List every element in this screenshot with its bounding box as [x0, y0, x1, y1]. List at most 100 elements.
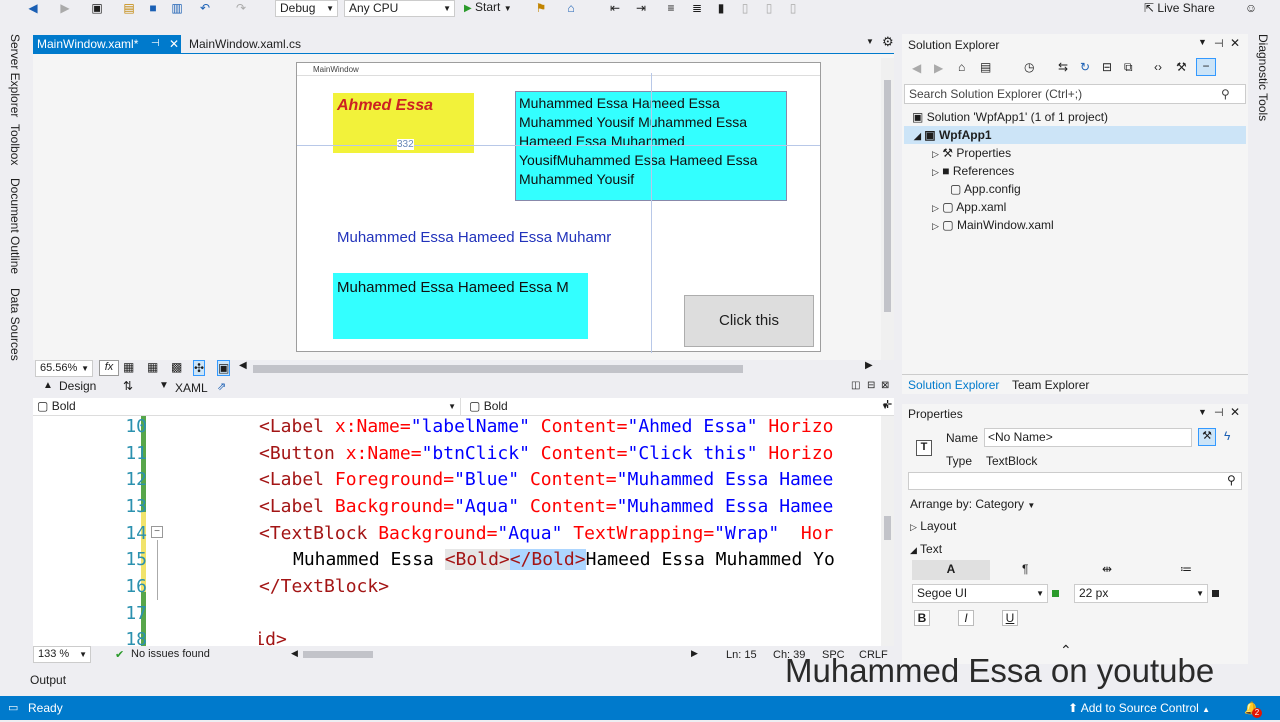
save-all-icon[interactable]: ▥ — [168, 0, 186, 16]
browser-link-icon[interactable]: ⚑ — [532, 0, 550, 16]
tab-xaml[interactable]: XAML — [175, 381, 208, 395]
show-all-files-icon[interactable]: ⧉ — [1124, 60, 1133, 75]
refresh-icon[interactable]: ↻ — [1080, 60, 1090, 74]
home-icon[interactable]: ⌂ — [958, 60, 965, 74]
tab-solution-explorer[interactable]: Solution Explorer — [908, 378, 999, 392]
designer-vscroll[interactable] — [881, 58, 894, 360]
tree-project[interactable]: ◢ ▣ WpfApp1 — [904, 126, 1246, 144]
designer-zoom-select[interactable]: 65.56% ▼ — [35, 360, 93, 377]
data-sources-tab[interactable]: Data Sources — [8, 288, 22, 361]
comment-icon[interactable]: ≡ — [662, 0, 680, 16]
save-icon[interactable]: ■ — [144, 0, 162, 16]
properties-wrench-icon[interactable]: ⚒ — [1198, 428, 1216, 446]
pin-icon[interactable]: ⊣ — [1214, 37, 1224, 50]
undo-icon[interactable]: ↶ — [196, 0, 214, 16]
property-marker-icon[interactable] — [1212, 590, 1219, 597]
collapse-icon[interactable]: − — [151, 526, 163, 538]
nav-left-select[interactable]: ▢ Bold ▼ — [33, 398, 461, 415]
tab-team-explorer[interactable]: Team Explorer — [1012, 378, 1089, 392]
grid-icon[interactable]: ▦ — [123, 360, 134, 374]
code-vscroll[interactable] — [881, 416, 894, 646]
back-icon[interactable]: ◀ — [24, 0, 42, 16]
chevron-down-icon[interactable]: ▼ — [1198, 407, 1207, 417]
tree-solution[interactable]: ▣ Solution 'WpfApp1' (1 of 1 project) — [904, 108, 1246, 126]
list-tab-icon[interactable]: ≔ — [1180, 562, 1192, 576]
step-icon[interactable]: ⇤ — [606, 0, 624, 16]
split-editor-icon[interactable]: ✛ — [883, 398, 892, 411]
swap-panes-icon[interactable]: ⇅ — [123, 379, 133, 393]
close-icon[interactable]: ✕ — [1230, 36, 1240, 50]
pin-icon[interactable]: ⊣ — [1214, 406, 1224, 419]
bold-toggle[interactable]: B — [914, 610, 930, 626]
hscroll-right-icon[interactable]: ▶ — [865, 360, 873, 371]
new-project-icon[interactable]: ▣ — [88, 0, 106, 16]
editor-zoom-select[interactable]: 133 % ▼ — [33, 646, 91, 663]
tab-dropdown-icon[interactable]: ▼ — [866, 37, 874, 46]
spacing-tab-icon[interactable]: ⇹ — [1102, 562, 1112, 576]
next-bookmark-icon[interactable]: ▯ — [760, 0, 778, 16]
issues-status[interactable]: No issues found — [131, 648, 210, 660]
uncomment-icon[interactable]: ≣ — [688, 0, 706, 16]
collapse-all-icon[interactable]: ⊟ — [1102, 60, 1112, 74]
hscroll-right-icon[interactable]: ▶ — [691, 648, 698, 659]
sync-icon[interactable]: ⇆ — [1058, 60, 1068, 74]
label-aqua[interactable]: Muhammed Essa Hameed Essa M — [333, 273, 588, 339]
collapse-pane-icon[interactable]: ⊠ — [881, 380, 889, 391]
clear-bookmarks-icon[interactable]: ▯ — [784, 0, 802, 16]
nav-right-select[interactable]: ▢ Bold ▼ — [465, 398, 893, 415]
pending-changes-icon[interactable]: ◷ — [1024, 60, 1034, 74]
forward-icon[interactable]: ▶ — [56, 0, 74, 16]
tab-mainwindow-xaml[interactable]: MainWindow.xaml* ⊣ ✕ — [33, 35, 181, 54]
solution-search-input[interactable]: Search Solution Explorer (Ctrl+;) ⚲ — [904, 84, 1246, 104]
snap-lines-icon[interactable]: ✣ — [193, 360, 206, 376]
preview-selected-icon[interactable]: − — [1196, 58, 1216, 76]
click-this-button[interactable]: Click this — [684, 295, 814, 347]
bold-open-tag[interactable]: <Bold> — [444, 549, 510, 570]
toolbox-tab[interactable]: Toolbox — [8, 124, 22, 165]
arrange-by-dropdown[interactable]: Arrange by: Category ▼ — [910, 497, 1035, 511]
category-text[interactable]: ◢ Text — [910, 542, 942, 556]
underline-toggle[interactable]: U — [1002, 610, 1018, 626]
close-icon[interactable]: ✕ — [1230, 405, 1240, 419]
server-explorer-tab[interactable]: Server Explorer — [8, 34, 22, 117]
events-lightning-icon[interactable]: ϟ — [1224, 429, 1230, 443]
device-icon[interactable]: ▣ — [217, 360, 231, 376]
code-vscroll-thumb[interactable] — [884, 516, 891, 540]
prev-bookmark-icon[interactable]: ▯ — [736, 0, 754, 16]
font-family-select[interactable]: Segoe UI ▼ — [912, 584, 1048, 603]
split-horizontal-icon[interactable]: ⊟ — [867, 380, 875, 391]
label-blue-text[interactable]: Muhammed Essa Hameed Essa Muhamr — [337, 229, 637, 251]
font-tab-icon[interactable]: A — [912, 560, 990, 580]
snap-grid-icon[interactable]: ▦ — [147, 360, 158, 374]
wpf-window-preview[interactable]: MainWindow Ahmed Essa Muhammed Essa Hame… — [296, 62, 821, 353]
tree-item-mainwindow-xaml[interactable]: ▷ ▢ MainWindow.xaml — [904, 216, 1246, 234]
hscroll-left-icon[interactable]: ◀ — [239, 360, 247, 371]
configuration-select[interactable]: Debug ▼ — [275, 0, 338, 17]
view-code-icon[interactable]: ‹› — [1154, 60, 1162, 74]
back-icon[interactable]: ◀ — [912, 61, 921, 75]
vscroll-thumb[interactable] — [884, 80, 891, 312]
step-over-icon[interactable]: ⇥ — [632, 0, 650, 16]
output-tab[interactable]: Output — [30, 673, 66, 687]
tree-item-references[interactable]: ▷ ■ References — [904, 162, 1246, 180]
redo-icon[interactable]: ↷ — [232, 0, 250, 16]
xaml-tool-icon[interactable]: ⌂ — [562, 0, 580, 16]
gear-icon[interactable]: ⚙ — [882, 34, 894, 50]
forward-icon[interactable]: ▶ — [934, 61, 943, 75]
chevron-down-icon[interactable]: ▼ — [1198, 37, 1207, 47]
editor-hscroll-thumb[interactable] — [303, 651, 373, 658]
source-control-button[interactable]: ⬆ Add to Source Control ▲ — [1068, 696, 1210, 722]
properties-search-input[interactable]: ⚲ — [908, 472, 1242, 490]
artboard-icon[interactable]: ▩ — [171, 360, 182, 374]
designer-hscroll-thumb[interactable] — [253, 365, 743, 373]
diagnostic-tools-tab[interactable]: Diagnostic Tools — [1256, 34, 1270, 121]
bookmark-icon[interactable]: ▮ — [712, 0, 730, 16]
open-folder-icon[interactable]: ▤ — [120, 0, 138, 16]
category-layout[interactable]: ▷ Layout — [910, 519, 956, 533]
account-icon[interactable]: ☺ — [1242, 0, 1260, 16]
properties-wrench-icon[interactable]: ⚒ — [1176, 60, 1187, 74]
tab-design[interactable]: Design — [59, 379, 96, 393]
italic-toggle[interactable]: I — [958, 610, 974, 626]
tree-item-app-config[interactable]: ▢ App.config — [904, 180, 1246, 198]
close-icon[interactable]: ✕ — [169, 35, 179, 53]
